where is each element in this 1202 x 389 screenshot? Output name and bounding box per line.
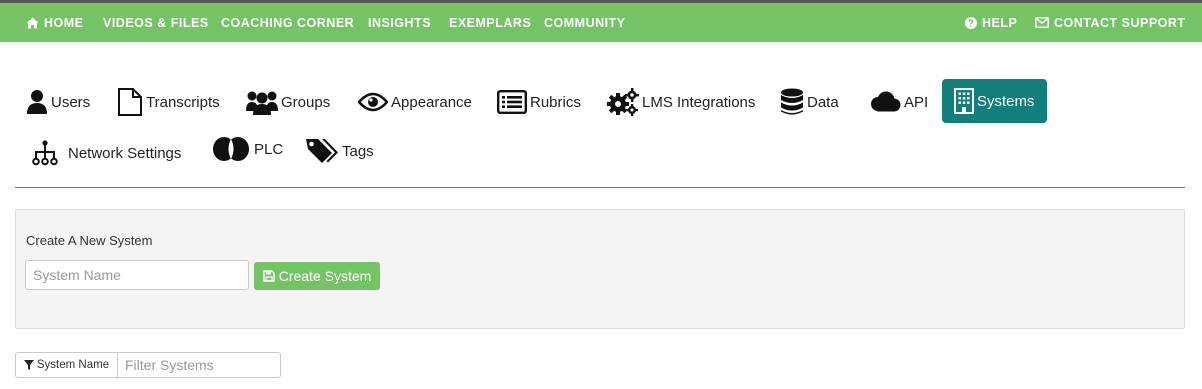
tab-tags-label: Tags <box>342 142 374 160</box>
plc-icon <box>212 136 250 162</box>
create-system-label: Create System <box>278 268 372 284</box>
home-icon <box>26 17 39 29</box>
cloud-icon <box>869 91 901 113</box>
tab-data-label: Data <box>807 93 839 111</box>
tab-lms-integrations-label: LMS Integrations <box>642 93 756 111</box>
create-system-button[interactable]: Create System <box>254 262 380 290</box>
tab-rubrics-label: Rubrics <box>530 93 581 111</box>
svg-text:?: ? <box>968 18 975 29</box>
create-system-panel: Create A New System Create System <box>15 209 1185 329</box>
nav-coaching-corner[interactable]: COACHING CORNER <box>221 3 354 42</box>
top-nav-bar: HOME VIDEOS & FILES COACHING CORNER INSI… <box>0 0 1202 42</box>
nav-insights-label: INSIGHTS <box>368 15 432 30</box>
tab-api-label: API <box>904 93 929 111</box>
filter-addon: System Name <box>15 352 118 378</box>
tab-plc[interactable]: PLC <box>212 127 283 171</box>
nav-community[interactable]: COMMUNITY <box>544 3 626 42</box>
nav-videos-files-label: VIDEOS & FILES <box>103 15 209 30</box>
filter-icon <box>23 360 34 370</box>
eye-icon <box>358 92 388 112</box>
envelope-icon <box>1035 17 1049 28</box>
cogs-icon <box>607 88 639 116</box>
tab-appearance[interactable]: Appearance <box>358 80 472 124</box>
filter-systems-input[interactable] <box>117 352 281 378</box>
tab-network-settings-label: Network Settings <box>68 144 182 162</box>
sitemap-icon <box>32 140 58 166</box>
nav-help[interactable]: ? HELP <box>965 3 1017 42</box>
database-icon <box>780 88 804 116</box>
building-icon <box>954 88 974 114</box>
users-icon <box>246 89 278 115</box>
nav-community-label: COMMUNITY <box>544 15 626 30</box>
list-alt-icon <box>497 90 527 114</box>
tab-groups-label: Groups <box>281 93 331 111</box>
nav-exemplars-label: EXEMPLARS <box>449 15 532 30</box>
create-system-title: Create A New System <box>26 233 153 248</box>
tab-data[interactable]: Data <box>780 80 839 124</box>
save-icon <box>263 270 275 282</box>
tab-lms-integrations[interactable]: LMS Integrations <box>607 80 755 124</box>
user-icon <box>26 89 48 115</box>
tab-transcripts-label: Transcripts <box>146 93 220 111</box>
tab-rubrics[interactable]: Rubrics <box>497 80 581 124</box>
tabs-divider <box>15 187 1185 188</box>
system-name-input[interactable] <box>25 260 249 290</box>
nav-insights[interactable]: INSIGHTS <box>368 3 431 42</box>
tab-api[interactable]: API <box>869 80 928 124</box>
tab-users[interactable]: Users <box>26 80 90 124</box>
tab-plc-label: PLC <box>254 140 284 158</box>
tags-icon <box>305 137 339 165</box>
nav-home[interactable]: HOME <box>26 3 84 42</box>
tab-groups[interactable]: Groups <box>246 80 330 124</box>
tab-appearance-label: Appearance <box>391 93 472 111</box>
tab-transcripts-item[interactable]: Transcripts <box>117 80 220 124</box>
nav-exemplars[interactable]: EXEMPLARS <box>449 3 531 42</box>
filter-addon-label: System Name <box>36 359 110 371</box>
nav-contact-support[interactable]: CONTACT SUPPORT <box>1035 3 1186 42</box>
nav-videos-files[interactable]: VIDEOS & FILES <box>103 3 209 42</box>
nav-help-label: HELP <box>982 15 1018 30</box>
tab-network-settings[interactable]: Network Settings <box>32 131 181 175</box>
tab-systems[interactable]: Systems <box>942 79 1047 123</box>
tab-systems-label: Systems <box>977 92 1035 110</box>
file-icon <box>117 88 143 116</box>
tab-tags[interactable]: Tags <box>305 129 374 173</box>
question-circle-icon: ? <box>965 16 977 29</box>
tab-users-label: Users <box>51 93 91 111</box>
nav-contact-support-label: CONTACT SUPPORT <box>1054 15 1186 30</box>
nav-home-label: HOME <box>44 15 84 30</box>
nav-coaching-corner-label: COACHING CORNER <box>221 15 355 30</box>
